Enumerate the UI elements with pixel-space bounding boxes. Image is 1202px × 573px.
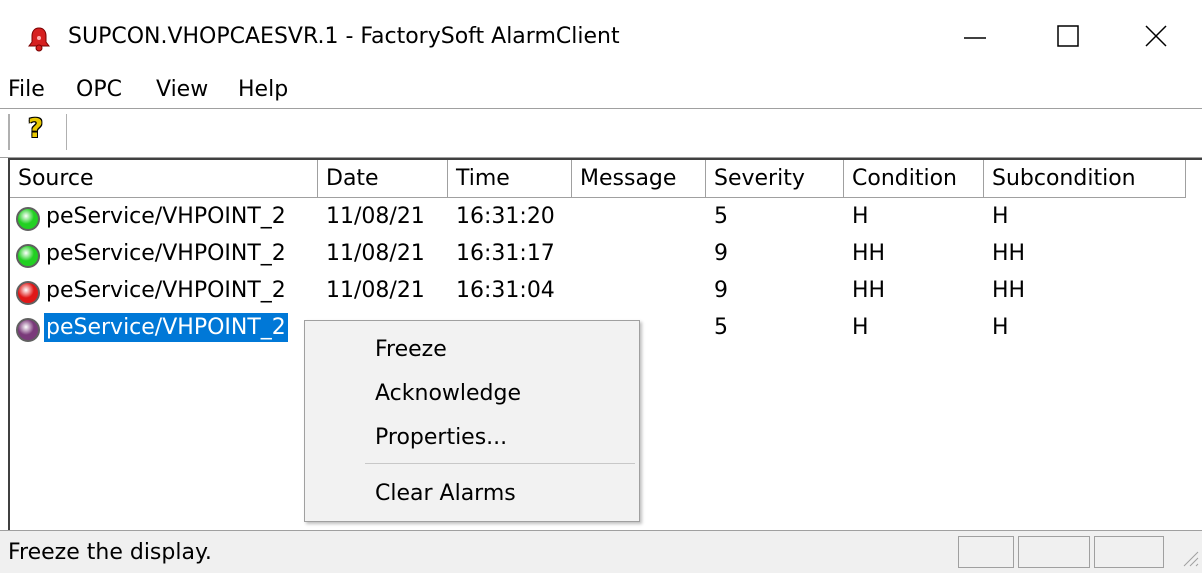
- help-icon: ?: [28, 114, 44, 144]
- maximize-button[interactable]: [1034, 10, 1104, 62]
- column-header-severity[interactable]: Severity: [706, 160, 844, 198]
- status-text: Freeze the display.: [8, 540, 212, 565]
- menu-file[interactable]: File: [8, 77, 45, 102]
- cell-severity: 9: [714, 278, 728, 303]
- maximize-icon: [1057, 25, 1079, 47]
- cell-severity: 5: [714, 204, 728, 229]
- cell-source: peService/VHPOINT_2: [46, 278, 286, 303]
- table-row[interactable]: peService/VHPOINT_2 11/08/21 16:31:17 9 …: [10, 237, 1200, 274]
- column-header-time[interactable]: Time: [448, 160, 572, 198]
- column-header-message[interactable]: Message: [572, 160, 706, 198]
- menu-item-freeze[interactable]: Freeze: [375, 337, 447, 362]
- menu-help[interactable]: Help: [238, 77, 288, 102]
- menu-separator: [365, 463, 635, 464]
- column-header-source[interactable]: Source: [10, 160, 318, 198]
- resize-grip-icon[interactable]: [1180, 548, 1200, 568]
- cell-time: 16:31:04: [456, 278, 555, 303]
- close-icon: [1145, 25, 1167, 47]
- column-header-condition[interactable]: Condition: [844, 160, 984, 198]
- cell-condition: HH: [852, 241, 886, 266]
- column-header-subcondition[interactable]: Subcondition: [984, 160, 1186, 198]
- cell-condition: HH: [852, 278, 886, 303]
- help-button[interactable]: ?: [28, 114, 54, 148]
- minimize-button[interactable]: [940, 10, 1010, 62]
- menu-item-clear-alarms[interactable]: Clear Alarms: [375, 481, 516, 506]
- status-pane-3: [1094, 536, 1164, 568]
- context-menu: Freeze Acknowledge Properties... Clear A…: [304, 320, 640, 522]
- cell-source: peService/VHPOINT_2: [43, 312, 289, 343]
- status-pane-2: [1018, 536, 1090, 568]
- cell-subcondition: H: [992, 204, 1009, 229]
- close-button[interactable]: [1122, 10, 1192, 62]
- status-dot-icon: [16, 244, 40, 268]
- cell-source: peService/VHPOINT_2: [46, 204, 286, 229]
- table-row[interactable]: peService/VHPOINT_2 11/08/21 16:31:04 9 …: [10, 274, 1200, 311]
- cell-subcondition: H: [992, 315, 1009, 340]
- toolbar-grip: [8, 114, 10, 150]
- status-dot-icon: [16, 281, 40, 305]
- cell-severity: 9: [714, 241, 728, 266]
- cell-time: 16:31:17: [456, 241, 555, 266]
- column-header-date[interactable]: Date: [318, 160, 448, 198]
- minimize-icon: [964, 37, 986, 39]
- toolbar: [0, 108, 1202, 158]
- alarm-bell-icon: [28, 27, 50, 52]
- cell-severity: 5: [714, 315, 728, 340]
- menu-item-acknowledge[interactable]: Acknowledge: [375, 381, 521, 406]
- status-pane-1: [958, 536, 1014, 568]
- alarm-client-window: SUPCON.VHOPCAESVR.1 - FactorySoft AlarmC…: [0, 0, 1202, 573]
- cell-condition: H: [852, 315, 869, 340]
- menu-item-properties[interactable]: Properties...: [375, 425, 507, 450]
- title-bar[interactable]: SUPCON.VHOPCAESVR.1 - FactorySoft AlarmC…: [0, 0, 1202, 72]
- table-row[interactable]: peService/VHPOINT_2 11/08/21 16:31:20 5 …: [10, 200, 1200, 237]
- status-dot-icon: [16, 318, 40, 342]
- cell-subcondition: HH: [992, 241, 1026, 266]
- cell-source: peService/VHPOINT_2: [46, 241, 286, 266]
- cell-date: 11/08/21: [326, 241, 425, 266]
- status-dot-icon: [16, 207, 40, 231]
- toolbar-separator: [66, 114, 67, 150]
- menu-opc[interactable]: OPC: [76, 77, 122, 102]
- cell-date: 11/08/21: [326, 278, 425, 303]
- menu-view[interactable]: View: [156, 77, 208, 102]
- cell-time: 16:31:20: [456, 204, 555, 229]
- cell-subcondition: HH: [992, 278, 1026, 303]
- cell-date: 11/08/21: [326, 204, 425, 229]
- window-title: SUPCON.VHOPCAESVR.1 - FactorySoft AlarmC…: [68, 24, 620, 49]
- cell-condition: H: [852, 204, 869, 229]
